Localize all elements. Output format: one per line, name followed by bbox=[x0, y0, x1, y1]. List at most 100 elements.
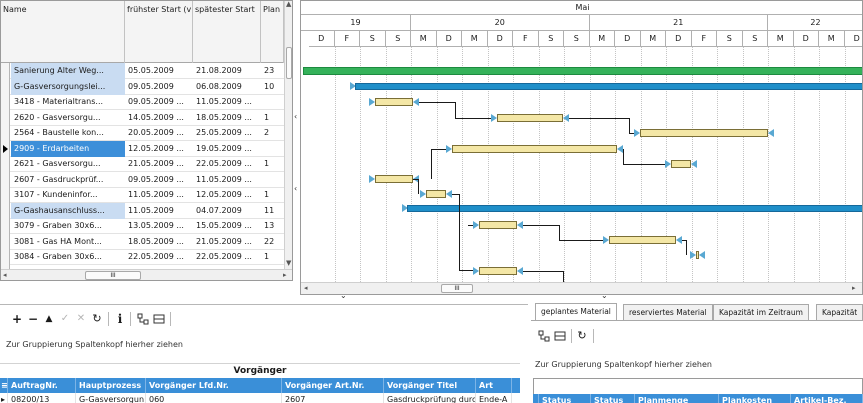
table-row[interactable]: ▸ 08200/13 G-Gasversorgun 060 2607 Gasdr… bbox=[0, 393, 520, 403]
cell-task-name[interactable]: 2909 - Erdarbeiten bbox=[11, 140, 125, 157]
cell-latest-start[interactable]: 21.05.2009 ... bbox=[193, 234, 261, 250]
cell-earliest-start[interactable]: 09.05.2009 ... bbox=[125, 94, 193, 110]
collapse-down-icon[interactable]: ⌄ bbox=[340, 291, 347, 300]
table-row[interactable]: 3084 - Graben 30x6... 22.05.2009 ... 22.05… bbox=[1, 249, 284, 265]
add-icon[interactable]: + bbox=[10, 309, 24, 329]
cell-task-name[interactable]: Sanierung Alter Weg... bbox=[11, 63, 125, 79]
column-header-predecessor-title[interactable]: Vorgänger Titel bbox=[384, 378, 476, 393]
task-bar[interactable] bbox=[640, 129, 768, 137]
tab-planned-material[interactable]: geplantes Material bbox=[535, 303, 617, 321]
cell-plan[interactable]: 1 bbox=[261, 110, 284, 126]
gantt-horizontal-scrollbar[interactable]: ◂ III ▸ bbox=[301, 282, 862, 294]
cell-task-name[interactable]: 3081 - Gas HA Mont... bbox=[11, 234, 125, 250]
collapse-left-icon[interactable]: ‹ bbox=[294, 184, 297, 193]
cell-task-name[interactable]: 2564 - Baustelle kon... bbox=[11, 125, 125, 141]
column-header-plan[interactable]: Plan bbox=[261, 1, 284, 63]
cell-plan[interactable]: 2 bbox=[261, 125, 284, 141]
scroll-up-arrow-icon[interactable]: ▲ bbox=[286, 1, 291, 8]
info-icon[interactable]: i bbox=[114, 309, 126, 329]
column-header-name[interactable]: Name bbox=[1, 1, 125, 63]
scroll-right-arrow-icon[interactable]: ▸ bbox=[852, 284, 856, 292]
column-header-auftrag-nr[interactable]: AuftragNr. bbox=[8, 378, 76, 393]
cell-earliest-start[interactable]: 20.05.2009 ... bbox=[125, 125, 193, 141]
cell-predecessor-title[interactable]: Gasdruckprüfung durc bbox=[384, 393, 476, 403]
cell-task-name[interactable]: 3107 - Kundeninfor... bbox=[11, 187, 125, 203]
cell-earliest-start[interactable]: 18.05.2009 ... bbox=[125, 234, 193, 250]
collapse-down-icon[interactable]: ⌄ bbox=[601, 291, 608, 300]
cell-plan[interactable]: 11 bbox=[261, 203, 284, 219]
cell-latest-start[interactable]: 15.05.2009 ... bbox=[193, 218, 261, 234]
column-header-status-2[interactable]: Status bbox=[591, 394, 635, 403]
cell-task-name[interactable]: 2607 - Gasdruckprüf... bbox=[11, 172, 125, 188]
table-row[interactable]: 3418 - Materialtrans... 09.05.2009 ... 11.… bbox=[1, 94, 284, 110]
scroll-down-arrow-icon[interactable]: ▼ bbox=[286, 259, 291, 267]
group-by-hint[interactable]: Zur Gruppierung Spaltenkopf hierher zieh… bbox=[535, 360, 712, 369]
cell-earliest-start[interactable]: 13.05.2009 ... bbox=[125, 218, 193, 234]
cell-latest-start[interactable]: 11.05.2009 ... bbox=[193, 172, 261, 188]
table-row[interactable]: 2620 - Gasversorgu... 14.05.2009 ... 18.05… bbox=[1, 109, 284, 126]
cell-earliest-start[interactable]: 09.05.2009 ... bbox=[125, 172, 193, 188]
cell-earliest-start[interactable]: 22.05.2009 ... bbox=[125, 249, 193, 265]
task-bar[interactable] bbox=[497, 114, 563, 122]
table-row[interactable]: 2621 - Gasversorgu... 21.05.2009 ... 22.05… bbox=[1, 156, 284, 172]
scroll-left-arrow-icon[interactable]: ◂ bbox=[304, 284, 308, 292]
cell-latest-start[interactable]: 11.05.2009 ... bbox=[193, 94, 261, 110]
collapse-tree-icon[interactable] bbox=[553, 326, 567, 346]
cell-plan[interactable] bbox=[261, 94, 284, 110]
column-header-planned-quantity[interactable]: Planmenge bbox=[635, 394, 719, 403]
cell-earliest-start[interactable]: 11.05.2009 ... bbox=[125, 187, 193, 203]
tab-reserved-material[interactable]: reserviertes Material bbox=[623, 304, 713, 320]
cell-task-name[interactable]: G-Gashausanschluss... bbox=[11, 202, 125, 219]
task-bar[interactable] bbox=[426, 190, 446, 198]
group-by-hint[interactable]: Zur Gruppierung Spaltenkopf hierher zieh… bbox=[6, 340, 183, 349]
cell-earliest-start[interactable]: 11.05.2009 bbox=[125, 203, 193, 219]
cell-task-name[interactable]: 3084 - Graben 30x6... bbox=[11, 249, 125, 265]
cell-hauptprozess[interactable]: G-Gasversorgun bbox=[76, 393, 146, 403]
table-row[interactable]: Sanierung Alter Weg... 05.05.2009 21.08.20… bbox=[1, 63, 284, 79]
cell-earliest-start[interactable]: 21.05.2009 ... bbox=[125, 156, 193, 172]
table-row[interactable]: 2607 - Gasdruckprüf... 09.05.2009 ... 11.0… bbox=[1, 171, 284, 188]
task-bar[interactable] bbox=[375, 98, 413, 106]
summary-bar[interactable] bbox=[355, 83, 862, 90]
cell-task-name[interactable]: 3418 - Materialtrans... bbox=[11, 94, 125, 110]
task-bar[interactable] bbox=[609, 236, 676, 244]
summary-bar[interactable] bbox=[407, 205, 862, 212]
cell-earliest-start[interactable]: 12.05.2009 ... bbox=[125, 141, 193, 157]
cell-task-name[interactable]: G-Gasversorgungslei... bbox=[11, 78, 125, 95]
column-header-article-description[interactable]: Artikel-Bez. bbox=[791, 394, 863, 403]
cell-plan[interactable]: 1 bbox=[261, 249, 284, 265]
cancel-icon[interactable]: ✕ bbox=[74, 309, 88, 329]
cell-latest-start[interactable]: 19.05.2009 ... bbox=[193, 141, 261, 157]
check-icon[interactable]: ✓ bbox=[58, 309, 72, 329]
scrollbar-thumb[interactable]: III bbox=[441, 284, 473, 293]
cell-latest-start[interactable]: 12.05.2009 ... bbox=[193, 187, 261, 203]
cell-predecessor-number[interactable]: 060 bbox=[146, 393, 282, 403]
table-row[interactable]: 3079 - Graben 30x6... 13.05.2009 ... 15.05… bbox=[1, 218, 284, 234]
cell-plan[interactable]: 23 bbox=[261, 63, 284, 79]
move-up-icon[interactable]: ▲ bbox=[42, 309, 56, 329]
task-bar[interactable] bbox=[452, 145, 617, 153]
scroll-left-arrow-icon[interactable]: ◂ bbox=[3, 271, 7, 279]
cell-earliest-start[interactable]: 05.05.2009 bbox=[125, 63, 193, 79]
cell-earliest-start[interactable]: 14.05.2009 ... bbox=[125, 110, 193, 126]
scrollbar-thumb[interactable] bbox=[286, 47, 292, 79]
column-header-status[interactable]: Status bbox=[539, 394, 591, 403]
column-header-hauptprozess[interactable]: Hauptprozess bbox=[76, 378, 146, 393]
scrollbar-thumb[interactable]: III bbox=[85, 271, 141, 280]
cell-latest-start[interactable]: 06.08.2009 bbox=[193, 79, 261, 95]
cell-task-name[interactable]: 2620 - Gasversorgu... bbox=[11, 110, 125, 126]
tab-capacity-period[interactable]: Kapazität im Zeitraum bbox=[713, 304, 809, 320]
column-header-art[interactable]: Art bbox=[476, 378, 512, 393]
cell-plan[interactable]: 22 bbox=[261, 234, 284, 250]
cell-art[interactable]: Ende-A bbox=[476, 393, 512, 403]
collapse-left-icon[interactable]: ‹ bbox=[294, 112, 297, 121]
cell-plan[interactable]: 1 bbox=[261, 187, 284, 203]
task-bar[interactable] bbox=[375, 175, 413, 183]
table-row[interactable]: G-Gashausanschluss... 11.05.2009 04.07.200… bbox=[1, 202, 284, 219]
cell-auftrag-nr[interactable]: 08200/13 bbox=[8, 393, 76, 403]
cell-plan[interactable]: 13 bbox=[261, 218, 284, 234]
task-bar[interactable] bbox=[479, 267, 517, 275]
table-row[interactable]: 3107 - Kundeninfor... 11.05.2009 ... 12.05… bbox=[1, 187, 284, 203]
expand-tree-icon[interactable] bbox=[537, 326, 551, 346]
cell-task-name[interactable]: 2621 - Gasversorgu... bbox=[11, 156, 125, 172]
